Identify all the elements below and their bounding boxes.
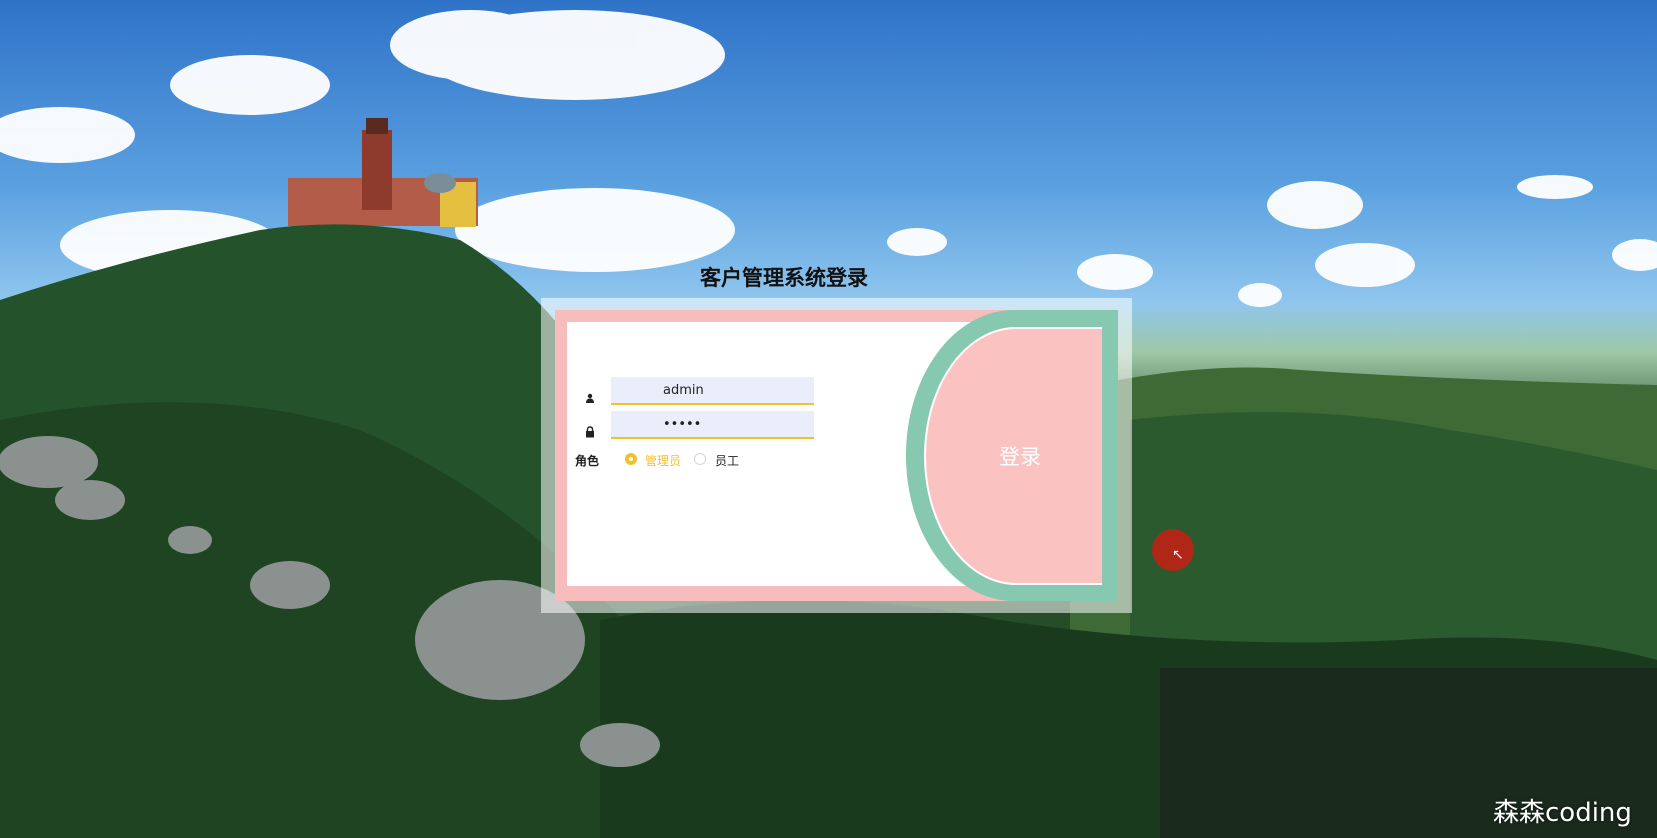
password-input[interactable] bbox=[611, 411, 814, 439]
role-admin-label[interactable]: 管理员 bbox=[645, 452, 681, 469]
lock-icon bbox=[583, 425, 597, 439]
role-admin-radio[interactable] bbox=[625, 453, 637, 465]
user-icon bbox=[583, 391, 597, 405]
role-staff-label[interactable]: 员工 bbox=[715, 452, 739, 469]
username-input[interactable] bbox=[611, 377, 814, 405]
mouse-pointer-icon: ↖ bbox=[1172, 547, 1184, 563]
page-title: 客户管理系统登录 bbox=[700, 266, 868, 290]
role-label: 角色 bbox=[575, 454, 600, 468]
watermark: 森森coding bbox=[1493, 798, 1632, 828]
role-staff-radio[interactable] bbox=[694, 453, 706, 465]
login-button[interactable]: 登录 bbox=[924, 327, 1102, 585]
login-button-label: 登录 bbox=[999, 445, 1041, 469]
